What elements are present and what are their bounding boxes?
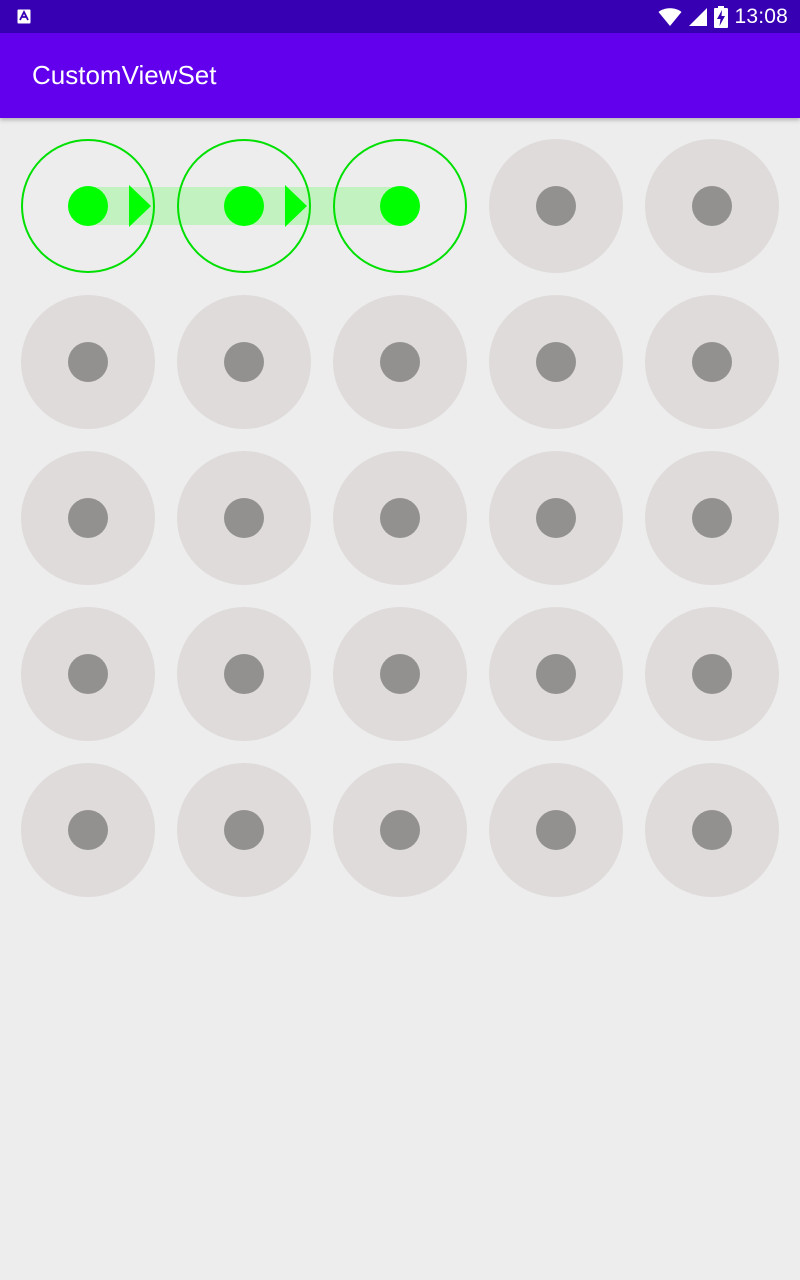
screen: 13:08 CustomViewSet (0, 0, 800, 1280)
status-icons: 13:08 (658, 0, 788, 33)
pattern-node[interactable] (21, 295, 155, 429)
a-letter-notification-icon (17, 9, 31, 24)
pattern-node-dot (692, 654, 732, 694)
pattern-node[interactable] (489, 139, 623, 273)
pattern-node-dot (536, 810, 576, 850)
pattern-node-dot (68, 498, 108, 538)
pattern-nodes-layer (21, 139, 779, 897)
pattern-node[interactable] (333, 451, 467, 585)
status-bar: 13:08 (0, 0, 800, 33)
pattern-node-dot (224, 342, 264, 382)
pattern-lock-canvas[interactable] (0, 120, 800, 920)
pattern-node-dot (692, 186, 732, 226)
app-bar: CustomViewSet (0, 33, 800, 118)
pattern-node[interactable] (21, 763, 155, 897)
pattern-node[interactable] (333, 763, 467, 897)
pattern-node-dot (224, 498, 264, 538)
pattern-node-dot (536, 654, 576, 694)
pattern-node-dot (536, 186, 576, 226)
pattern-node-dot (536, 498, 576, 538)
pattern-node[interactable] (645, 607, 779, 741)
pattern-node[interactable] (645, 295, 779, 429)
cell-signal-icon (689, 7, 708, 26)
pattern-node[interactable] (21, 607, 155, 741)
pattern-node-dot (692, 498, 732, 538)
pattern-node-dot (68, 654, 108, 694)
pattern-node-dot (536, 342, 576, 382)
pattern-node-dot (224, 654, 264, 694)
pattern-node[interactable] (489, 763, 623, 897)
pattern-node[interactable] (333, 607, 467, 741)
pattern-node[interactable] (645, 139, 779, 273)
pattern-node-dot (224, 186, 264, 226)
pattern-node[interactable] (489, 451, 623, 585)
pattern-node-dot (68, 810, 108, 850)
app-title: CustomViewSet (32, 60, 217, 90)
pattern-node-dot (380, 654, 420, 694)
pattern-node[interactable] (489, 295, 623, 429)
pattern-node[interactable] (645, 451, 779, 585)
battery-charging-icon (714, 5, 729, 28)
pattern-node[interactable] (21, 451, 155, 585)
pattern-node[interactable] (177, 295, 311, 429)
pattern-node-dot (224, 810, 264, 850)
pattern-node-dot (380, 186, 420, 226)
pattern-node[interactable] (645, 763, 779, 897)
pattern-node-dot (380, 498, 420, 538)
pattern-node[interactable] (177, 451, 311, 585)
pattern-node[interactable] (177, 763, 311, 897)
pattern-node-dot (692, 342, 732, 382)
pattern-node[interactable] (177, 607, 311, 741)
pattern-node-dot (380, 342, 420, 382)
pattern-node-dot (68, 342, 108, 382)
pattern-lock-view[interactable] (0, 120, 800, 920)
pattern-node[interactable] (333, 295, 467, 429)
pattern-node-dot (692, 810, 732, 850)
pattern-node-dot (68, 186, 108, 226)
pattern-node[interactable] (489, 607, 623, 741)
pattern-node-dot (380, 810, 420, 850)
status-time: 13:08 (734, 4, 788, 28)
wifi-icon (658, 7, 682, 26)
